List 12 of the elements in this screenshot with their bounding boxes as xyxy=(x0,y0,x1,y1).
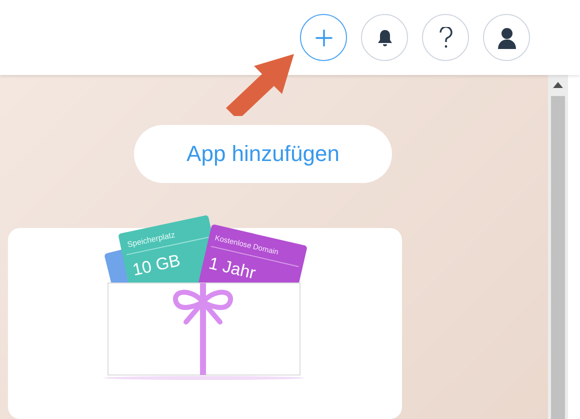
question-mark-icon xyxy=(438,26,452,48)
scrollbar[interactable] xyxy=(548,75,568,419)
notifications-button[interactable] xyxy=(361,14,408,61)
add-app-button[interactable]: App hinzufügen xyxy=(134,125,392,183)
scroll-up-icon[interactable] xyxy=(553,81,563,88)
ticket-value: 10 GB xyxy=(130,250,182,280)
user-icon xyxy=(496,26,516,48)
ticket-value: 1 Jahr xyxy=(207,253,258,282)
help-button[interactable] xyxy=(422,14,469,61)
account-button[interactable] xyxy=(483,14,530,61)
bell-icon xyxy=(376,28,392,46)
add-button[interactable] xyxy=(300,14,347,61)
